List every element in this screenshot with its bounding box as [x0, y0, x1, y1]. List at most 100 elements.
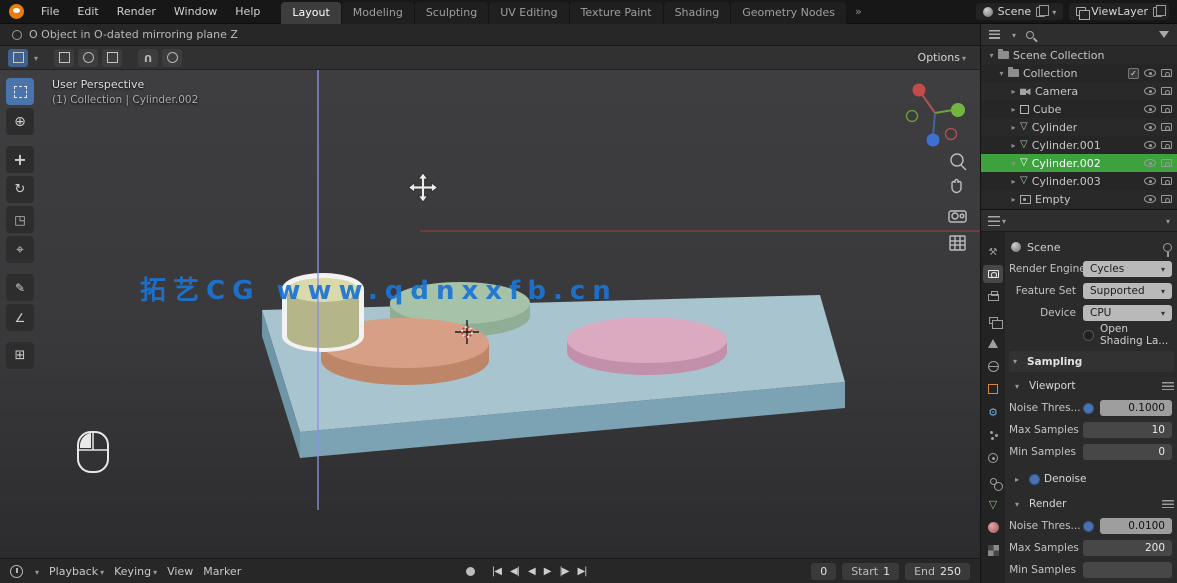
preset-menu-icon[interactable]: [1162, 500, 1174, 509]
display-mode-caret[interactable]: [1010, 28, 1016, 41]
playback-menu[interactable]: Playback: [49, 565, 104, 578]
disable-in-renders-icon[interactable]: [1161, 105, 1172, 113]
gizmo-x-axis[interactable]: [913, 84, 926, 97]
disable-in-renders-icon[interactable]: [1161, 141, 1172, 149]
hide-in-viewport-icon[interactable]: [1144, 141, 1156, 149]
expand-toggle[interactable]: [1007, 195, 1020, 204]
noise-threshold-slider[interactable]: 0.1000: [1100, 400, 1172, 416]
max-samples-field[interactable]: 10: [1083, 422, 1172, 438]
frame-start-field[interactable]: Start 1: [842, 563, 899, 580]
expand-toggle[interactable]: [1007, 105, 1020, 114]
tab-texture-properties[interactable]: [983, 541, 1003, 559]
pan-hand-icon[interactable]: [952, 180, 961, 193]
blender-logo-icon[interactable]: [9, 4, 24, 19]
tab-view-layer-properties[interactable]: [983, 311, 1003, 329]
tab-layout[interactable]: Layout: [281, 2, 341, 24]
filter-icon[interactable]: [1159, 31, 1169, 38]
osl-checkbox[interactable]: [1083, 330, 1094, 341]
hide-in-viewport-icon[interactable]: [1144, 159, 1156, 167]
outliner-row-empty[interactable]: Empty: [981, 190, 1177, 208]
disable-in-renders-icon[interactable]: [1161, 159, 1172, 167]
properties-editor-caret[interactable]: [1000, 214, 1006, 227]
camera-view-icon[interactable]: [949, 211, 966, 222]
gizmo-neg-y-axis[interactable]: [907, 111, 918, 122]
cursor-tool-button[interactable]: [6, 108, 34, 135]
expand-toggle[interactable]: [1007, 141, 1020, 150]
add-cube-tool-button[interactable]: [6, 342, 34, 369]
device-dropdown[interactable]: CPU: [1083, 305, 1172, 321]
noise-threshold-slider[interactable]: 0.0100: [1100, 518, 1172, 534]
tab-render-properties[interactable]: [983, 265, 1003, 283]
denoise-checkbox[interactable]: [1029, 474, 1040, 485]
tab-tool-properties[interactable]: [983, 242, 1003, 260]
display-mode-icon[interactable]: [989, 30, 1000, 39]
frame-end-field[interactable]: End 250: [905, 563, 970, 580]
hide-in-viewport-icon[interactable]: [1144, 195, 1156, 203]
gizmo-neg-x-axis[interactable]: [946, 129, 957, 140]
noise-threshold-checkbox[interactable]: [1083, 403, 1094, 414]
hide-in-viewport-icon[interactable]: [1144, 177, 1156, 185]
editor-type-caret[interactable]: [32, 51, 38, 64]
disable-in-renders-icon[interactable]: [1161, 69, 1172, 77]
view-layer-selector[interactable]: ViewLayer: [1069, 3, 1169, 20]
transform-tool-button[interactable]: [6, 236, 34, 263]
expand-toggle[interactable]: [995, 69, 1008, 78]
collection-checkbox[interactable]: [1128, 68, 1139, 79]
measure-tool-button[interactable]: [6, 304, 34, 331]
tab-shading[interactable]: Shading: [664, 2, 732, 24]
menu-window[interactable]: Window: [165, 0, 226, 23]
3d-viewport[interactable]: 拓艺CG www.qdnxxfb.cn User Perspective (1)…: [0, 70, 980, 558]
expand-toggle[interactable]: [1007, 87, 1020, 96]
expand-toggle[interactable]: [1007, 123, 1020, 132]
play-reverse-button[interactable]: ◀: [528, 566, 535, 577]
tab-physics-properties[interactable]: [983, 449, 1003, 467]
select-box-tool-button[interactable]: [6, 78, 34, 105]
jump-to-start-button[interactable]: |◀: [492, 566, 501, 577]
scale-tool-button[interactable]: [6, 206, 34, 233]
annotate-tool-button[interactable]: [6, 274, 34, 301]
menu-render[interactable]: Render: [108, 0, 165, 23]
max-samples-field[interactable]: 200: [1083, 540, 1172, 556]
hide-in-viewport-icon[interactable]: [1144, 87, 1156, 95]
play-button[interactable]: ▶: [544, 566, 551, 577]
outliner-row-camera[interactable]: Camera: [981, 82, 1177, 100]
viewport-subsection-header[interactable]: Viewport: [1015, 376, 1174, 396]
timeline-editor-icon[interactable]: [10, 565, 23, 578]
gizmo-z-axis[interactable]: [927, 134, 940, 147]
tab-scene-properties[interactable]: [983, 334, 1003, 352]
preset-menu-icon[interactable]: [1162, 382, 1174, 391]
expand-toggle[interactable]: [985, 51, 998, 60]
search-icon[interactable]: [1026, 31, 1034, 39]
new-view-layer-icon[interactable]: [1153, 7, 1162, 17]
options-button[interactable]: Options: [918, 51, 966, 64]
navigation-gizmo[interactable]: [907, 84, 966, 147]
min-samples-field[interactable]: [1083, 562, 1172, 578]
outliner-row-cylinder-002-active[interactable]: Cylinder.002: [981, 154, 1177, 172]
editor-type-button[interactable]: [8, 49, 28, 67]
view-menu[interactable]: View: [167, 565, 193, 578]
hide-in-viewport-icon[interactable]: [1144, 123, 1156, 131]
properties-editor-icon[interactable]: [988, 216, 1000, 226]
outliner-row-cylinder-003[interactable]: Cylinder.003: [981, 172, 1177, 190]
tab-particle-properties[interactable]: [983, 426, 1003, 444]
tab-constraint-properties[interactable]: [983, 472, 1003, 490]
render-subsection-header[interactable]: Render: [1015, 494, 1174, 514]
jump-to-end-button[interactable]: ▶|: [577, 566, 586, 577]
new-scene-icon[interactable]: [1036, 7, 1045, 17]
tab-modifier-properties[interactable]: [983, 403, 1003, 421]
hide-in-viewport-icon[interactable]: [1144, 105, 1156, 113]
gizmo-y-axis[interactable]: [951, 103, 965, 117]
noise-threshold-checkbox[interactable]: [1083, 521, 1094, 532]
tab-uv-editing[interactable]: UV Editing: [489, 2, 569, 24]
tab-object-properties[interactable]: [983, 380, 1003, 398]
scene-dropdown-caret[interactable]: [1050, 5, 1056, 18]
feature-set-dropdown[interactable]: Supported: [1083, 283, 1172, 299]
menu-help[interactable]: Help: [226, 0, 269, 23]
disable-in-renders-icon[interactable]: [1161, 195, 1172, 203]
disable-in-renders-icon[interactable]: [1161, 87, 1172, 95]
proportional-edit-button[interactable]: [162, 49, 182, 67]
cylinder-pink-object[interactable]: [567, 317, 727, 375]
menu-edit[interactable]: Edit: [68, 0, 107, 23]
tab-modeling[interactable]: Modeling: [342, 2, 415, 24]
rotate-tool-button[interactable]: [6, 176, 34, 203]
